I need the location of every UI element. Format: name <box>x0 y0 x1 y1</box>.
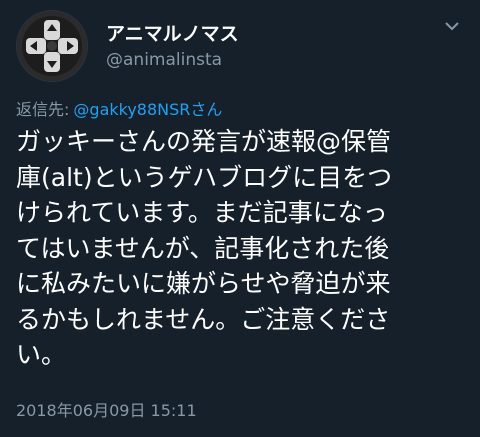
reply-prefix: 返信先: <box>16 100 70 119</box>
reply-mention-link[interactable]: @gakky88NSRさん <box>73 100 222 119</box>
tweet-text-line: るかもしれません。ご注意くださ <box>16 304 391 334</box>
tweet-text-line: い。 <box>16 340 67 369</box>
tweet-text-line: 庫(alt)というゲハブログに目をつ <box>16 162 393 192</box>
tweet-text-line: ガッキーさんの発言が速報@保管 <box>16 127 392 156</box>
reply-context: 返信先: @gakky88NSRさん <box>16 96 222 120</box>
avatar[interactable] <box>16 10 88 82</box>
gamepad-dpad-icon <box>17 11 87 81</box>
display-name[interactable]: アニマルノマス <box>106 19 239 46</box>
user-handle[interactable]: @animalinsta <box>106 50 222 70</box>
tweet-text: ガッキーさんの発言が速報@保管 庫(alt)というゲハブログに目をつ けられてい… <box>16 124 472 373</box>
tweet-text-line: けられています。まだ記事になっ <box>16 198 388 227</box>
chevron-down-icon[interactable] <box>444 20 460 32</box>
tweet-timestamp[interactable]: 2018年06月09日 15:11 <box>16 397 197 421</box>
tweet-text-line: てはいませんが、記事化された後 <box>16 233 390 263</box>
tweet-text-line: に私みたいに嫌がらせや脅迫が来 <box>16 269 391 298</box>
